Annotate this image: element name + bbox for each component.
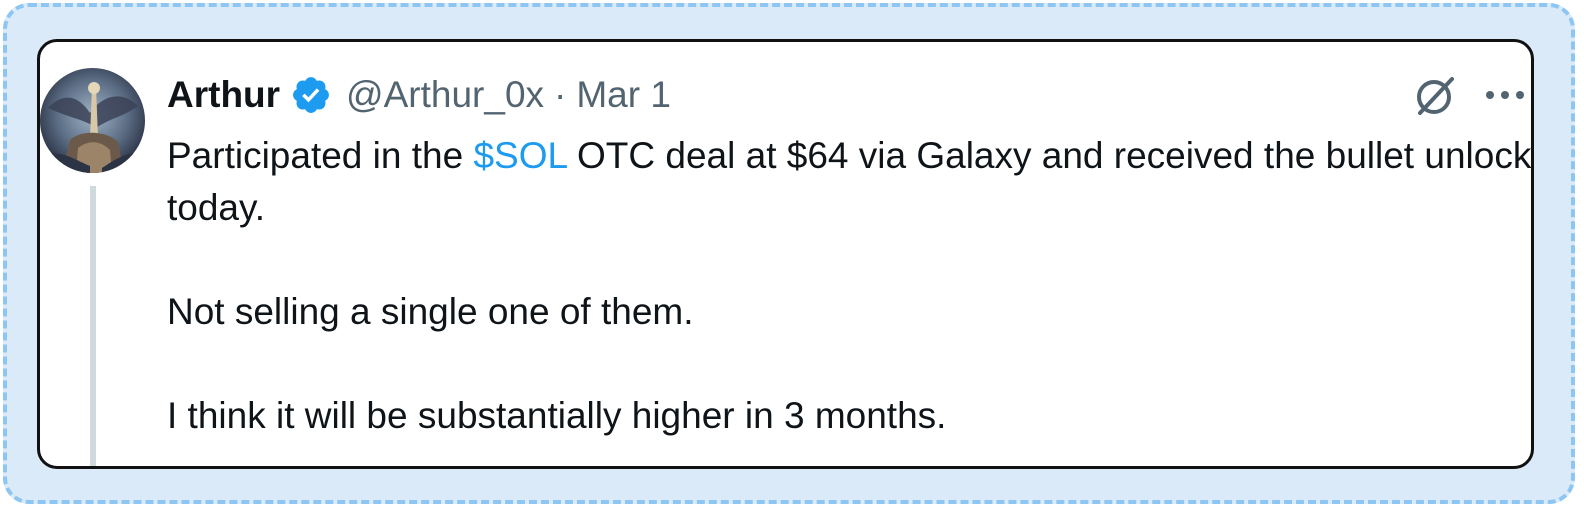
tweet-paragraph-3: I think it will be substantially higher … bbox=[167, 395, 947, 436]
header-separator: · bbox=[554, 74, 567, 115]
grok-icon[interactable] bbox=[1410, 71, 1460, 121]
cashtag-link[interactable]: $SOL bbox=[473, 135, 566, 176]
tweet-text: Participated in the $SOL OTC deal at $64… bbox=[167, 130, 1531, 442]
tweet-header: Arthur @Arthur_0x · Mar 1 bbox=[167, 70, 671, 120]
author-handle[interactable]: @Arthur_0x bbox=[346, 74, 544, 116]
verified-badge-icon[interactable] bbox=[290, 74, 332, 116]
thread-connector-line bbox=[90, 186, 96, 466]
tweet-card[interactable]: Arthur @Arthur_0x · Mar 1 Participated i… bbox=[37, 39, 1534, 469]
tweet-text-segment: Participated in the bbox=[167, 135, 474, 176]
tweet-paragraph-2: Not selling a single one of them. bbox=[167, 291, 694, 332]
avatar[interactable] bbox=[40, 68, 145, 173]
tweet-paragraph-1: Participated in the $SOL OTC deal at $64… bbox=[167, 130, 1531, 234]
more-options-icon[interactable] bbox=[1482, 75, 1528, 115]
author-name[interactable]: Arthur bbox=[167, 74, 280, 116]
tweet-date[interactable]: Mar 1 bbox=[576, 74, 671, 116]
